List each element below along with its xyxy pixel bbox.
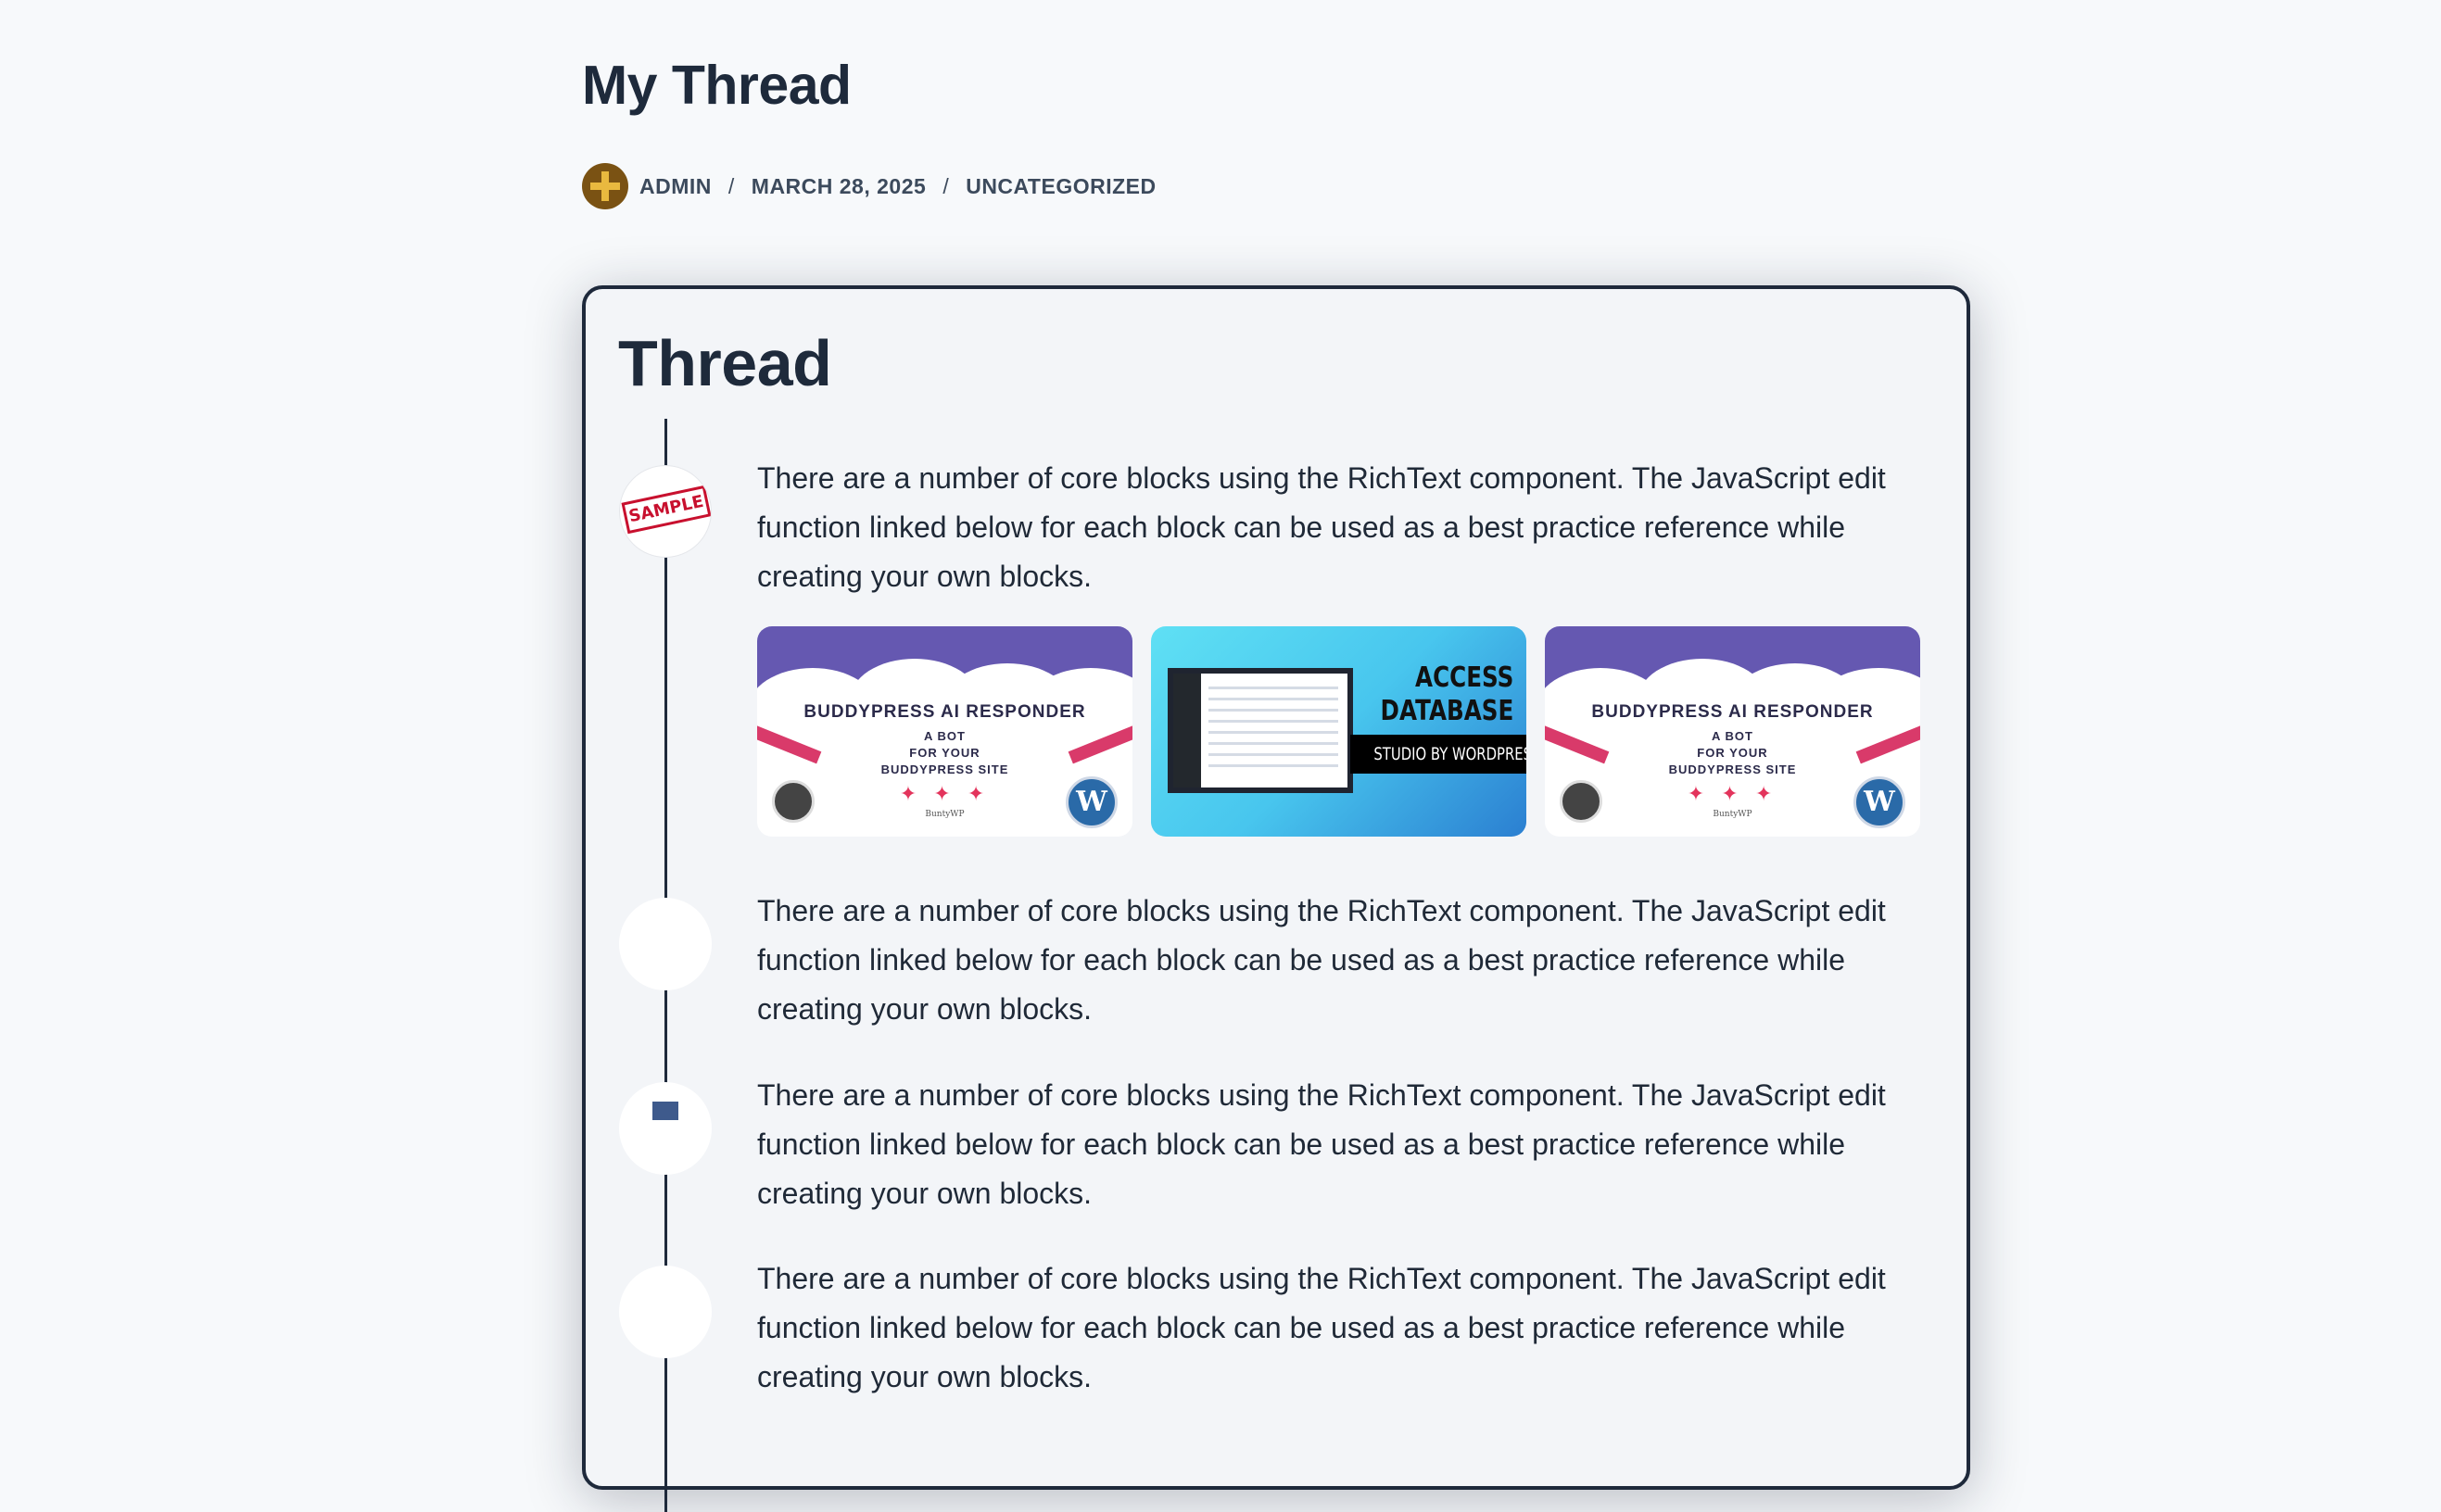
gallery-image-buddypress-ai-responder[interactable]: BUDDYPRESS AI RESPONDER A BOT FOR YOUR B… (1545, 626, 1920, 837)
meta-separator: / (727, 173, 735, 198)
page-title: My Thread (582, 55, 852, 116)
author-avatar[interactable] (582, 163, 628, 209)
bp-logo-label: BP (658, 1133, 673, 1144)
bp-logo-avatar[interactable]: BP (619, 1082, 712, 1175)
post-date: MARCH 28, 2025 (751, 173, 927, 198)
city-night-avatar[interactable] (619, 1266, 712, 1358)
thread-title: Thread (618, 327, 832, 399)
entry-text: There are a number of core blocks using … (757, 1078, 1886, 1210)
post-meta: ADMIN / MARCH 28, 2025 / UNCATEGORIZED (582, 163, 1157, 209)
sample-stamp-label: SAMPLE (621, 485, 711, 535)
tile-title: BUDDYPRESS AI RESPONDER (1591, 702, 1874, 722)
meta-separator: / (942, 173, 950, 198)
tile-band-text: STUDIO BY WORDPRESS (1350, 735, 1526, 774)
database-screenshot (1168, 668, 1353, 793)
user-profile-icon (772, 780, 815, 823)
image-gallery: BUDDYPRESS AI RESPONDER A BOT FOR YOUR B… (757, 626, 1920, 837)
thread-card: Thread SAMPLE There are a number of core… (582, 285, 1970, 1512)
tile-title: BUDDYPRESS AI RESPONDER (803, 702, 1086, 722)
category-link[interactable]: UNCATEGORIZED (966, 174, 1156, 199)
entry-text: There are a number of core blocks using … (757, 461, 1886, 593)
entry-text: There are a number of core blocks using … (757, 894, 1886, 1026)
artwork-avatar[interactable] (619, 898, 712, 990)
gallery-image-buddypress-ai-responder[interactable]: BUDDYPRESS AI RESPONDER A BOT FOR YOUR B… (757, 626, 1132, 837)
gallery-image-access-database[interactable]: ACCESS DATABASE STUDIO BY WORDPRESS (1151, 626, 1526, 837)
sample-stamp-avatar[interactable]: SAMPLE (619, 465, 712, 558)
entry-text: There are a number of core blocks using … (757, 1262, 1886, 1393)
author-link[interactable]: ADMIN (639, 174, 712, 199)
tile-subtitle: A BOT FOR YOUR BUDDYPRESS SITE (880, 729, 1009, 776)
tile-title: ACCESS DATABASE (1380, 662, 1513, 727)
monitor-icon (650, 1099, 681, 1123)
user-profile-icon (1560, 780, 1602, 823)
wordpress-logo-icon: W (1066, 776, 1118, 828)
wordpress-logo-icon: W (1853, 776, 1905, 828)
tile-subtitle: A BOT FOR YOUR BUDDYPRESS SITE (1668, 729, 1797, 776)
